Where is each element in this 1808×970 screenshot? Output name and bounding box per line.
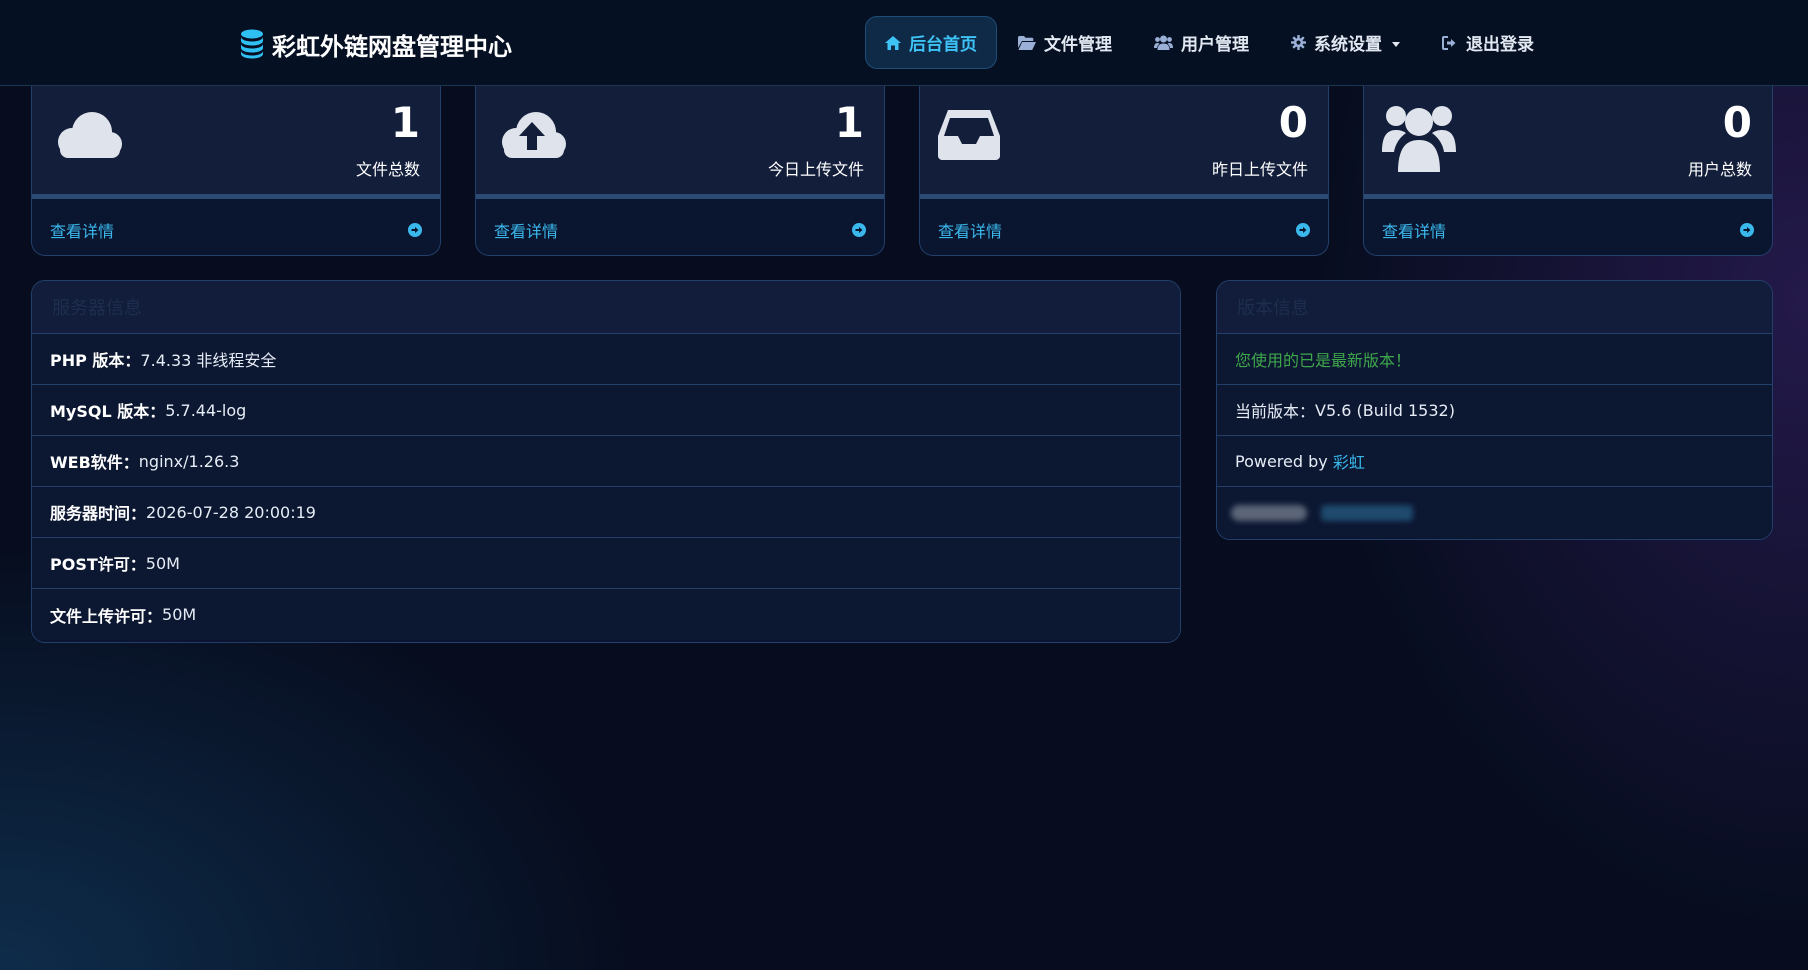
stat-label: 昨日上传文件 — [1211, 160, 1308, 179]
info-value: 5.7.44-log — [165, 400, 247, 420]
home-icon — [885, 35, 901, 50]
info-value: 50M — [162, 605, 197, 624]
panel-title: 服务器信息 — [32, 281, 1180, 334]
powered-by-row: Powered by 彩虹 — [1217, 436, 1772, 487]
stat-value: 0 — [1722, 98, 1752, 147]
version-status: 您使用的已是最新版本！ — [1235, 351, 1412, 370]
powered-by-link[interactable]: 彩虹 — [1333, 449, 1365, 473]
top-navbar: 彩虹外链网盘管理中心 后台首页 文件管理 用户管理 系统设置 退出登录 — [0, 0, 1808, 86]
info-row-php: PHP 版本： 7.4.33 非线程安全 — [32, 334, 1180, 385]
arrow-circle-right-icon[interactable] — [1296, 223, 1310, 237]
nav-item-label: 退出登录 — [1466, 35, 1534, 55]
stat-card-total-files: 1 文件总数 查看详情 — [31, 86, 441, 256]
version-status-row: 您使用的已是最新版本！ — [1217, 334, 1772, 385]
stat-label: 今日上传文件 — [767, 160, 864, 179]
info-label: 服务器时间： — [50, 504, 147, 523]
info-value: 2026-07-28 20:00:19 — [146, 502, 316, 522]
view-details-link[interactable]: 查看详情 — [50, 218, 114, 242]
stat-value: 1 — [390, 98, 420, 147]
arrow-circle-right-icon[interactable] — [408, 223, 422, 237]
info-value: 50M — [145, 553, 180, 573]
stat-label: 文件总数 — [355, 160, 420, 179]
info-row-mysql: MySQL 版本： 5.7.44-log — [32, 385, 1180, 436]
stat-footer[interactable]: 查看详情 — [920, 204, 1328, 255]
main-nav: 后台首页 文件管理 用户管理 系统设置 退出登录 — [865, 16, 1555, 69]
chevron-down-icon — [1392, 41, 1400, 47]
gear-icon — [1291, 35, 1306, 50]
info-value: 7.4.33 非线程安全 — [140, 351, 277, 370]
brand-title: 彩虹外链网盘管理中心 — [272, 32, 512, 61]
info-label: WEB软件： — [50, 453, 139, 472]
view-details-link[interactable]: 查看详情 — [938, 218, 1002, 242]
folder-open-icon — [1018, 35, 1036, 50]
info-label: POST许可： — [50, 555, 146, 574]
brand[interactable]: 彩虹外链网盘管理中心 — [240, 24, 512, 64]
info-label: 文件上传许可： — [50, 606, 163, 626]
nav-item-dashboard[interactable]: 后台首页 — [865, 16, 997, 69]
users-icon — [1382, 102, 1456, 176]
stat-value: 0 — [1278, 98, 1308, 147]
nav-item-logout[interactable]: 退出登录 — [1421, 16, 1555, 69]
blurred-row — [1217, 487, 1772, 538]
cloud-icon — [50, 104, 126, 168]
nav-item-label: 后台首页 — [909, 35, 977, 55]
stat-value: 1 — [834, 98, 864, 147]
stat-footer[interactable]: 查看详情 — [32, 204, 440, 255]
nav-item-label: 用户管理 — [1181, 35, 1249, 55]
current-version-row: 当前版本： V5.6 (Build 1532) — [1217, 385, 1772, 436]
nav-item-label: 系统设置 — [1314, 35, 1382, 55]
current-version-value: V5.6 (Build 1532) — [1315, 400, 1455, 420]
info-row-post-limit: POST许可： 50M — [32, 538, 1180, 589]
arrow-circle-right-icon[interactable] — [852, 223, 866, 237]
panel-title: 版本信息 — [1217, 281, 1772, 334]
nav-item-user-management[interactable]: 用户管理 — [1133, 16, 1270, 69]
nav-item-system-settings[interactable]: 系统设置 — [1270, 16, 1421, 69]
redacted-text — [1231, 504, 1307, 521]
info-row-web-software: WEB软件： nginx/1.26.3 — [32, 436, 1180, 487]
nav-item-file-management[interactable]: 文件管理 — [997, 16, 1133, 69]
current-version-label: 当前版本： — [1235, 402, 1316, 421]
arrow-circle-right-icon[interactable] — [1740, 223, 1754, 237]
info-label: MySQL 版本： — [50, 402, 166, 421]
stat-label: 用户总数 — [1687, 160, 1752, 179]
info-row-server-time: 服务器时间： 2026-07-28 20:00:19 — [32, 487, 1180, 538]
nav-item-label: 文件管理 — [1044, 35, 1112, 55]
view-details-link[interactable]: 查看详情 — [494, 218, 558, 242]
info-value: nginx/1.26.3 — [138, 451, 240, 471]
stat-footer[interactable]: 查看详情 — [476, 204, 884, 255]
powered-by-text: Powered by — [1235, 451, 1333, 471]
users-icon — [1154, 35, 1173, 50]
view-details-link[interactable]: 查看详情 — [1382, 218, 1446, 242]
info-row-upload-limit: 文件上传许可： 50M — [32, 589, 1180, 640]
stat-card-yesterday-uploads: 0 昨日上传文件 查看详情 — [919, 86, 1329, 256]
database-icon — [240, 29, 264, 59]
stats-row: 1 文件总数 查看详情 1 今日上传文件 查看详情 0 昨日上传文件 查看详情 … — [31, 86, 1773, 256]
stat-footer[interactable]: 查看详情 — [1364, 204, 1772, 255]
sign-out-icon — [1442, 35, 1458, 50]
version-info-panel: 版本信息 您使用的已是最新版本！ 当前版本： V5.6 (Build 1532)… — [1216, 280, 1773, 540]
redacted-link — [1321, 504, 1413, 521]
inbox-icon — [938, 108, 1000, 164]
stat-card-today-uploads: 1 今日上传文件 查看详情 — [475, 86, 885, 256]
stat-card-total-users: 0 用户总数 查看详情 — [1363, 86, 1773, 256]
cloud-upload-icon — [494, 104, 570, 168]
server-info-panel: 服务器信息 PHP 版本： 7.4.33 非线程安全 MySQL 版本： 5.7… — [31, 280, 1181, 643]
info-label: PHP 版本： — [50, 351, 141, 370]
